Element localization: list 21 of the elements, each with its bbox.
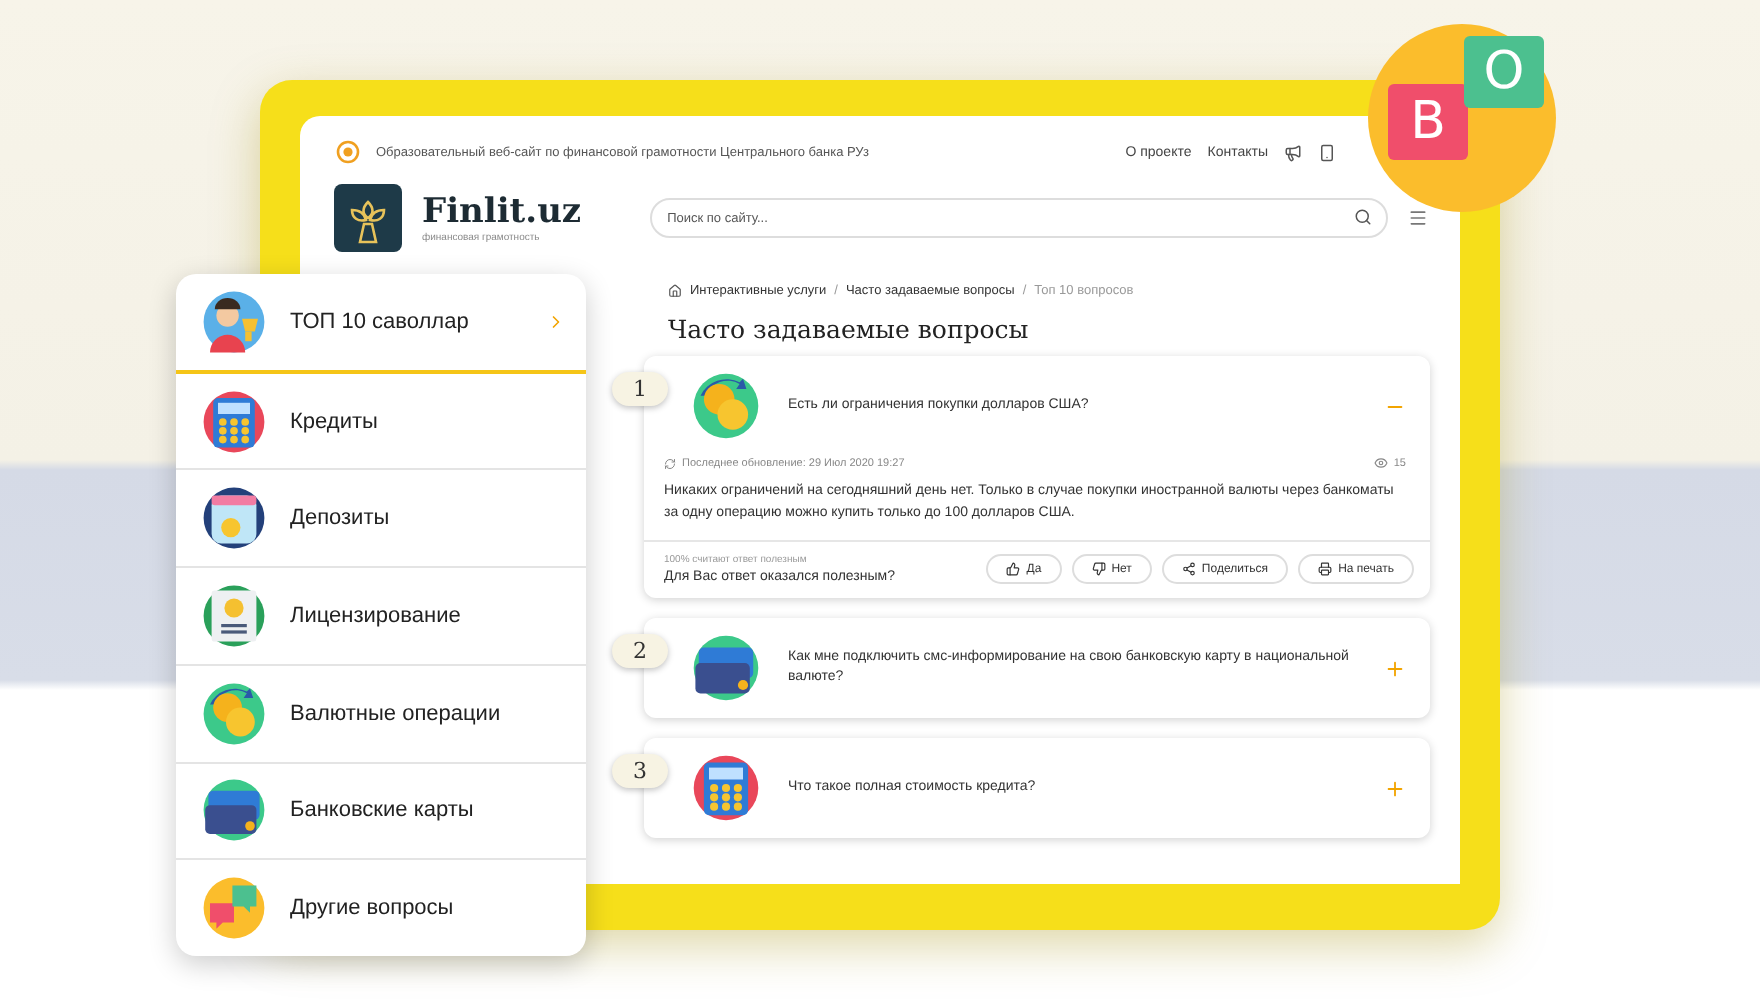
question-number: 2 xyxy=(612,634,668,668)
category-item[interactable]: Другие вопросы xyxy=(176,860,586,956)
letter-bubble: B xyxy=(1388,84,1468,160)
letter-bubble: O xyxy=(1464,36,1544,108)
category-label: Другие вопросы xyxy=(290,896,456,921)
category-item[interactable]: Кредиты xyxy=(176,373,586,471)
site-logo-name: Finlit.uz xyxy=(422,192,582,232)
category-label: Банковские карты xyxy=(290,798,476,823)
question-number: 3 xyxy=(612,754,668,788)
category-label: Кредиты xyxy=(290,409,380,434)
category-label: Лицензирование xyxy=(290,604,463,629)
question-number: 1 xyxy=(612,372,668,406)
category-label: ТОП 10 саволлар xyxy=(290,309,471,334)
category-item[interactable]: ТОП 10 саволлар xyxy=(176,274,586,374)
category-item[interactable]: Банковские карты xyxy=(176,763,586,861)
category-label: Валютные операции xyxy=(290,701,503,726)
page-title: Часто задаваемые вопросы xyxy=(668,314,1031,344)
category-label: Депозиты xyxy=(290,506,392,531)
category-item[interactable]: Лицензирование xyxy=(176,568,586,666)
category-item[interactable]: Депозиты xyxy=(176,470,586,569)
category-item[interactable]: Валютные операции xyxy=(176,665,586,764)
